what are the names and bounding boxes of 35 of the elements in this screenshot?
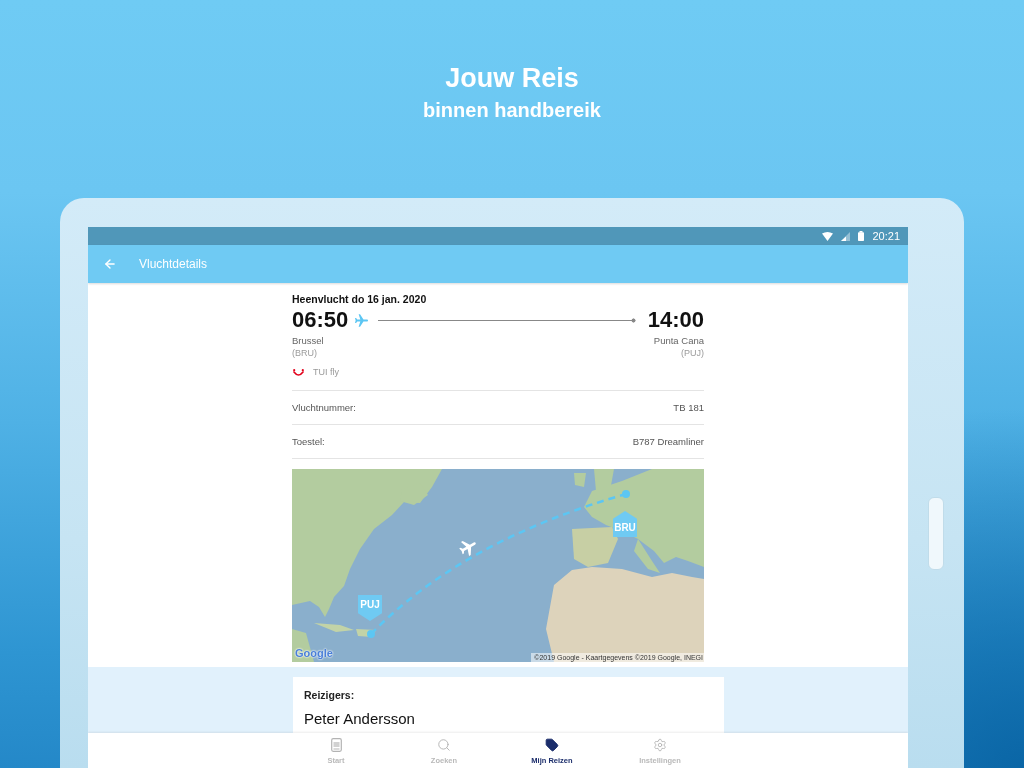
tablet-icon xyxy=(330,738,342,752)
arrival-city: Punta Cana xyxy=(653,335,704,347)
departure-code: (BRU) xyxy=(292,347,317,359)
departure-city: Brussel xyxy=(292,335,324,347)
detail-label: Toestel: xyxy=(292,436,325,447)
hero-title: Jouw Reis xyxy=(445,62,579,95)
travellers-heading: Reizigers: xyxy=(304,688,356,703)
back-arrow-icon xyxy=(103,257,117,271)
airport-dot-icon xyxy=(367,630,375,638)
smile-logo-icon xyxy=(293,368,304,376)
app-bar-title: Vluchtdetails xyxy=(139,257,208,271)
traveller-name: Peter Andersson xyxy=(304,709,416,729)
wifi-icon xyxy=(822,231,834,241)
tag-icon xyxy=(545,738,559,752)
search-icon xyxy=(437,738,451,752)
side-button[interactable] xyxy=(928,497,944,570)
departure-time: 06:50 xyxy=(292,308,349,332)
plane-icon xyxy=(459,541,476,556)
flight-heading: Heenvlucht do 16 jan. 2020 xyxy=(292,292,428,306)
detail-label: Vluchtnummer: xyxy=(292,402,356,413)
airport-marker[interactable]: PUJ xyxy=(358,595,382,621)
battery-icon xyxy=(858,231,865,241)
hero-subtitle: binnen handbereik xyxy=(423,98,601,123)
arrival-code: (PUJ) xyxy=(681,347,704,359)
arrival-time: 14:00 xyxy=(647,308,704,332)
detail-value: B787 Dreamliner xyxy=(632,436,704,447)
detail-value: TB 181 xyxy=(673,402,704,413)
airline-name: TUI fly xyxy=(313,367,339,377)
airport-dot-icon xyxy=(622,490,630,498)
signal-icon xyxy=(841,231,851,241)
back-button[interactable] xyxy=(103,257,117,271)
settings-icon xyxy=(653,738,667,752)
map-logo: Google xyxy=(295,647,333,659)
status-time: 20:21 xyxy=(872,230,900,242)
plane-icon xyxy=(355,313,369,327)
